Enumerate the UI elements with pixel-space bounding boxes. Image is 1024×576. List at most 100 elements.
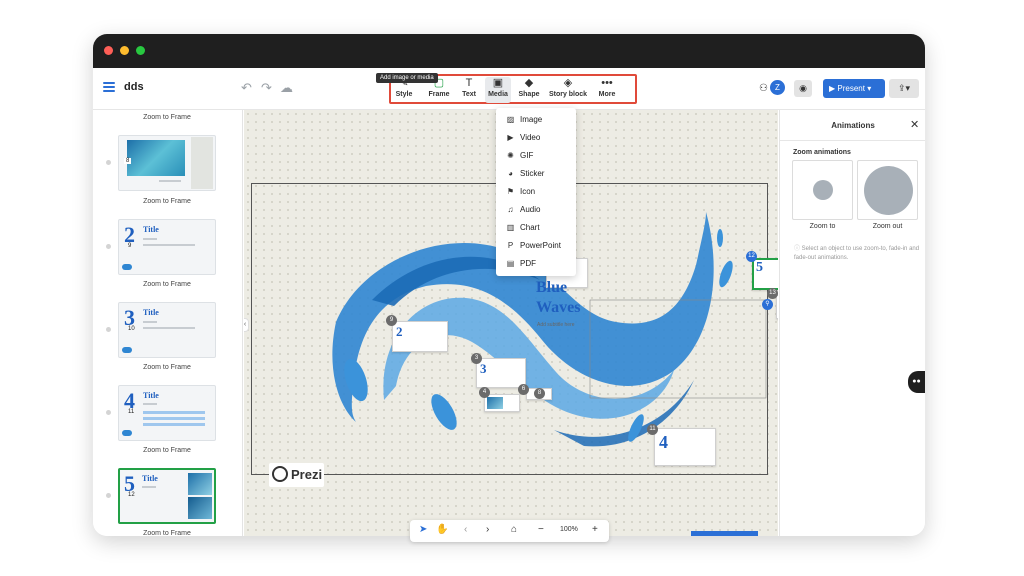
menu-item-sticker[interactable]: ◕ Sticker: [505, 167, 544, 181]
menu-item-label: Audio: [520, 205, 541, 214]
window-titlebar: [93, 34, 925, 68]
main-title[interactable]: Blue Waves: [536, 278, 580, 318]
menu-item-chart[interactable]: ▥ Chart: [505, 221, 540, 235]
slide-card[interactable]: 4: [654, 428, 716, 466]
main-subtitle[interactable]: Add subtitle here: [537, 322, 575, 328]
sticker-icon: ◕: [508, 169, 513, 178]
slide-handle[interactable]: [106, 160, 111, 165]
tool-more[interactable]: ••• More: [595, 77, 619, 103]
slide-thumbnail-selected[interactable]: 5 Title 12: [118, 468, 216, 524]
menu-item-label: Sticker: [520, 169, 545, 178]
collapse-panel-handle[interactable]: ‹: [244, 318, 249, 332]
eye-icon: ◉: [799, 83, 807, 93]
wave-image: [127, 140, 185, 176]
menu-item-gif[interactable]: ✺ GIF: [505, 149, 533, 163]
menu-item-label: Icon: [520, 187, 536, 196]
slide-title: Title: [142, 474, 158, 483]
slide-card[interactable]: [484, 394, 520, 412]
home-icon[interactable]: ⌂: [511, 524, 517, 535]
avatar[interactable]: Z: [770, 80, 785, 95]
undo-icon[interactable]: ↶: [241, 80, 252, 96]
tool-label: Style: [395, 91, 413, 98]
menu-item-label: Image: [520, 115, 543, 124]
minimize-window-button[interactable]: [120, 46, 129, 55]
list-bar: [143, 423, 205, 426]
zoom-level[interactable]: 100%: [560, 526, 578, 533]
menu-icon[interactable]: [103, 82, 115, 92]
cloud-sync-icon: ☁: [280, 80, 293, 95]
close-window-button[interactable]: [104, 46, 113, 55]
slide-handle[interactable]: [106, 244, 111, 249]
maximize-window-button[interactable]: [136, 46, 145, 55]
shape-icon: ◆: [524, 77, 534, 89]
slide-thumbnail[interactable]: 2 Title 9: [118, 219, 216, 275]
slide-handle[interactable]: [106, 327, 111, 332]
tool-media[interactable]: ▣ Media: [485, 77, 511, 103]
zoom-to-frame-link[interactable]: Zoom to Frame: [112, 114, 222, 121]
slide-handle[interactable]: [106, 410, 111, 415]
slide-thumbnail[interactable]: 8: [118, 135, 216, 191]
slide-card-selected[interactable]: 5: [752, 258, 778, 290]
zoom-to-frame-link[interactable]: Zoom to Frame: [112, 364, 222, 371]
zoom-to-label: Zoom to: [809, 223, 836, 230]
prezi-logo: Prezi: [269, 463, 324, 487]
zoom-to-frame-link[interactable]: Zoom to Frame: [112, 530, 222, 536]
slide-thumbnail[interactable]: 3 Title 10: [118, 302, 216, 358]
prezi-logo-text: Prezi: [291, 467, 323, 482]
slide-handle[interactable]: [106, 493, 111, 498]
menu-item-icon[interactable]: ⚑ Icon: [505, 185, 535, 199]
present-button[interactable]: ▶ Present ▾: [823, 79, 885, 98]
close-icon[interactable]: ✕: [910, 118, 919, 131]
next-icon[interactable]: ›: [486, 524, 489, 535]
menu-item-image[interactable]: ▨ Image: [505, 113, 543, 127]
path-step-badge[interactable]: 4: [479, 387, 490, 398]
zoom-out-button[interactable]: −: [538, 524, 544, 535]
path-step-badge[interactable]: 9: [386, 315, 397, 326]
menu-item-powerpoint[interactable]: P PowerPoint: [505, 239, 561, 253]
slide-card[interactable]: 3: [476, 358, 526, 388]
media-dropdown-menu: ▨ Image ▶ Video ✺ GIF ◕ Sticker ⚑ Icon ♫ Audio…: [496, 108, 576, 276]
path-step-badge[interactable]: 6: [518, 384, 529, 395]
tool-text[interactable]: T Text: [459, 77, 479, 103]
path-step-badge[interactable]: 13: [767, 288, 778, 299]
text-line: [143, 403, 157, 405]
zoom-out-preview: [864, 166, 913, 215]
share-button[interactable]: ⇪▾: [889, 79, 919, 98]
tool-shape[interactable]: ◆ Shape: [517, 77, 541, 103]
wave-accent: [122, 430, 132, 436]
text-icon: T: [465, 77, 473, 89]
preview-button[interactable]: ◉: [794, 80, 812, 97]
chat-support-icon[interactable]: ●●: [908, 371, 925, 393]
chart-icon: ▥: [506, 223, 515, 232]
main-title-line: Waves: [536, 299, 581, 316]
more-icon: •••: [601, 77, 613, 89]
menu-item-pdf[interactable]: ▤ PDF: [505, 257, 536, 271]
blue-strip: [691, 531, 758, 536]
location-pin-icon[interactable]: ⚲: [762, 299, 773, 310]
slide-card[interactable]: ”: [776, 295, 778, 319]
path-step-badge[interactable]: 3: [471, 353, 482, 364]
zoom-to-frame-link[interactable]: Zoom to Frame: [112, 281, 222, 288]
hand-tool-icon[interactable]: ✋: [436, 524, 448, 535]
slide-card[interactable]: 2: [392, 321, 448, 352]
zoom-in-button[interactable]: +: [592, 524, 598, 535]
menu-item-audio[interactable]: ♫ Audio: [505, 203, 541, 217]
menu-item-label: Chart: [520, 223, 540, 232]
tool-story-block[interactable]: ◈ Story block: [547, 77, 589, 103]
path-step-badge[interactable]: 11: [647, 424, 658, 435]
zoom-out-option[interactable]: [857, 160, 918, 220]
menu-item-video[interactable]: ▶ Video: [505, 131, 540, 145]
redo-icon[interactable]: ↷: [261, 80, 272, 96]
document-title[interactable]: dds: [124, 81, 144, 93]
canvas-navigation-bar: ➤ ✋ ‹ › ⌂ − 100% +: [410, 520, 609, 542]
zoom-to-frame-link[interactable]: Zoom to Frame: [112, 447, 222, 454]
path-step-badge[interactable]: 8: [534, 388, 545, 399]
zoom-to-frame-link[interactable]: Zoom to Frame: [112, 198, 222, 205]
add-collaborator-icon[interactable]: ⚇: [759, 83, 768, 94]
prezi-logo-icon: [272, 466, 288, 482]
previous-icon[interactable]: ‹: [464, 524, 467, 535]
path-step-badge[interactable]: 12: [746, 251, 757, 262]
zoom-to-option[interactable]: [792, 160, 853, 220]
pointer-tool-icon[interactable]: ➤: [419, 524, 427, 535]
slide-thumbnail[interactable]: 4 Title 11: [118, 385, 216, 441]
